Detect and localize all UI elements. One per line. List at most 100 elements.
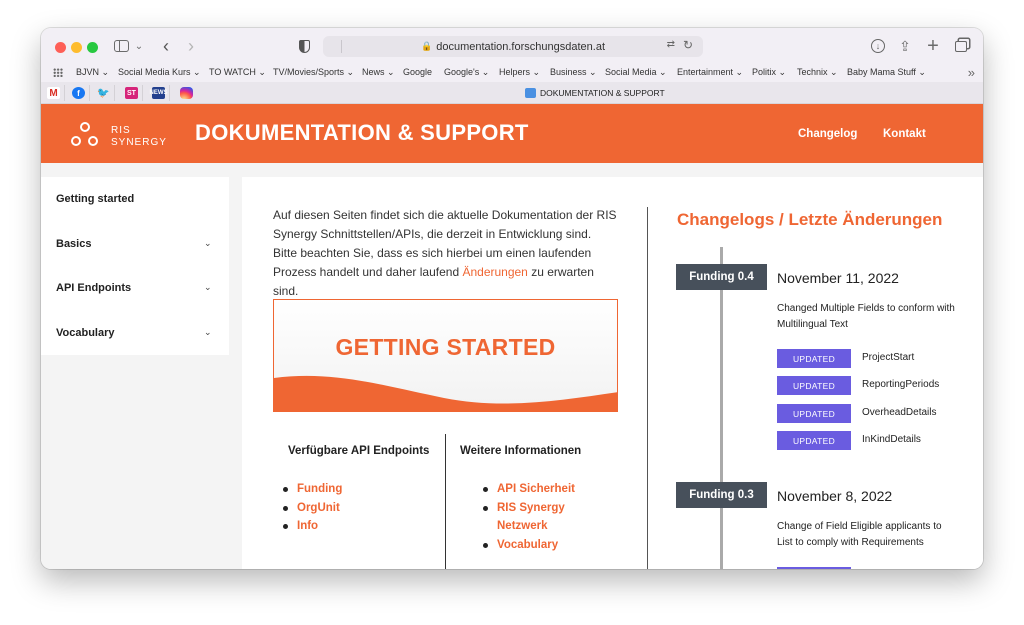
site-header: RIS SYNERGY DOKUMENTATION & SUPPORT Chan… [41, 104, 983, 163]
changelog-description: Changed Multiple Fields to conform with … [777, 303, 955, 330]
logo-text[interactable]: RIS SYNERGY [111, 125, 167, 149]
facebook-icon: f [72, 87, 85, 99]
endpoints-list: Funding OrgUnit Info [283, 480, 342, 536]
logo-line-1: RIS [111, 125, 131, 136]
close-window-button[interactable] [55, 42, 66, 53]
info-link-api-sicherheit[interactable]: API Sicherheit [483, 480, 593, 499]
bookmark-item[interactable]: TV/Movies/Sports ⌄ [273, 67, 354, 78]
zoom-window-button[interactable] [87, 42, 98, 53]
bookmark-item[interactable]: Baby Mama Stuff ⌄ [847, 67, 926, 78]
bookmark-item[interactable]: Social Media ⌄ [605, 67, 667, 78]
sidebar-item-basics[interactable]: Basics [56, 238, 91, 250]
updated-field: ProjectStart [862, 352, 915, 363]
tab-bar: M f 🐦 ST NEWS DOKUMENTATION & SUPPORT [41, 82, 983, 104]
nav-kontakt-link[interactable]: Kontakt [883, 128, 926, 140]
getting-started-banner[interactable]: GETTING STARTED [273, 299, 618, 412]
gmail-icon: M [47, 87, 60, 99]
address-bar[interactable]: 🔒 documentation.forschungsdaten.at ⇄ ↻ [323, 36, 703, 57]
updated-badge: UPDATED [777, 404, 851, 423]
back-button[interactable]: ‹ [159, 36, 173, 56]
news-icon: NEWS [150, 87, 168, 99]
info-link-ris-synergy-netzwerk[interactable]: RIS Synergy Netzwerk [483, 499, 593, 536]
tab-favicon-icon [525, 88, 536, 98]
pinned-tab-twitter[interactable]: 🐦 [93, 85, 115, 101]
updated-badge: UPDATED [777, 431, 851, 450]
lock-icon: 🔒 [421, 41, 433, 51]
sidebar-item-api-endpoints[interactable]: API Endpoints [56, 282, 131, 294]
bookmark-item[interactable]: TO WATCH ⌄ [209, 67, 266, 78]
updated-badge [777, 567, 851, 569]
bookmark-item[interactable]: Entertainment ⌄ [677, 67, 743, 78]
minimize-window-button[interactable] [71, 42, 82, 53]
web-page: RIS SYNERGY DOKUMENTATION & SUPPORT Chan… [41, 104, 983, 569]
bookmark-item[interactable]: Technix ⌄ [797, 67, 838, 78]
st-icon: ST [125, 87, 138, 99]
updated-field: ReportingPeriods [862, 379, 940, 390]
logo-line-2: SYNERGY [111, 137, 167, 148]
pinned-tab-facebook[interactable]: f [68, 85, 90, 101]
apps-grid-icon[interactable] [53, 68, 63, 77]
chevron-down-icon[interactable]: ⌄ [204, 327, 212, 338]
endpoint-link-info[interactable]: Info [283, 517, 342, 536]
info-list: API Sicherheit RIS Synergy Netzwerk Voca… [483, 480, 593, 554]
nav-changelog-link[interactable]: Changelog [798, 128, 857, 140]
intro-text: Auf diesen Seiten findet sich die aktuel… [273, 206, 618, 301]
browser-toolbar: ⌄ ‹ › 🔒 documentation.forschungsdaten.at… [41, 28, 983, 64]
sidebar-item-getting-started[interactable]: Getting started [56, 193, 134, 205]
new-tab-button[interactable]: + [925, 35, 941, 57]
bookmark-item[interactable]: Politix ⌄ [752, 67, 786, 78]
bookmark-item[interactable]: Business ⌄ [550, 67, 597, 78]
downloads-icon[interactable]: ↓ [870, 37, 886, 55]
address-text: documentation.forschungsdaten.at [436, 40, 605, 53]
sidebar-toggle-icon[interactable] [113, 37, 129, 55]
pinned-tab-st[interactable]: ST [121, 85, 143, 101]
pinned-tab-news[interactable]: NEWS [148, 85, 170, 101]
bookmark-item[interactable]: News ⌄ [362, 67, 395, 78]
endpoints-heading: Verfügbare API Endpoints [288, 445, 430, 457]
ris-synergy-logo-icon[interactable] [71, 122, 99, 148]
content-divider [647, 207, 648, 569]
column-divider [445, 434, 446, 569]
active-tab[interactable]: DOKUMENTATION & SUPPORT [525, 88, 665, 98]
changelog-timeline [720, 247, 723, 569]
bookmark-item[interactable]: Google [403, 67, 432, 77]
info-link-vocabulary[interactable]: Vocabulary [483, 536, 593, 555]
bookmark-item[interactable]: Helpers ⌄ [499, 67, 540, 78]
twitter-icon: 🐦 [97, 87, 110, 99]
main-content: Auf diesen Seiten findet sich die aktuel… [242, 177, 983, 569]
getting-started-title: GETTING STARTED [335, 334, 556, 360]
info-heading: Weitere Informationen [460, 445, 582, 457]
sidebar-item-vocabulary[interactable]: Vocabulary [56, 327, 115, 339]
chevron-down-icon[interactable]: ⌄ [204, 238, 212, 249]
bookmark-item[interactable]: Google's ⌄ [444, 67, 489, 78]
changelog-description: Change of Field Eligible applicants to L… [777, 521, 942, 548]
site-title: DOKUMENTATION & SUPPORT [195, 120, 529, 145]
changelog-date: November 11, 2022 [777, 270, 899, 286]
aenderungen-link[interactable]: Änderungen [462, 265, 527, 279]
tab-overview-icon[interactable] [953, 37, 969, 55]
share-icon[interactable]: ⇪ [897, 37, 913, 55]
version-badge: Funding 0.4 [676, 264, 767, 290]
bookmarks-bar: » BJVN ⌄ Social Media Kurs ⌄ TO WATCH ⌄ TV/… [41, 64, 983, 82]
chevron-down-icon[interactable]: ⌄ [204, 282, 212, 293]
updated-field: OverheadDetails [862, 407, 937, 418]
pinned-tab-gmail[interactable]: M [43, 85, 65, 101]
chevron-down-icon[interactable]: ⌄ [134, 37, 144, 55]
pinned-tab-instagram[interactable] [175, 85, 197, 101]
endpoint-link-orgunit[interactable]: OrgUnit [283, 499, 342, 518]
changelog-title: Changelogs / Letzte Änderungen [677, 210, 943, 229]
sidebar: Getting started Basics ⌄ API Endpoints ⌄… [41, 177, 229, 355]
active-tab-title: DOKUMENTATION & SUPPORT [540, 88, 665, 98]
privacy-shield-icon[interactable] [297, 37, 311, 55]
browser-window: ⌄ ‹ › 🔒 documentation.forschungsdaten.at… [41, 28, 983, 569]
instagram-icon [179, 87, 193, 99]
bookmark-item[interactable]: BJVN ⌄ [76, 67, 109, 78]
forward-button[interactable]: › [184, 36, 198, 56]
endpoint-link-funding[interactable]: Funding [283, 480, 342, 499]
updated-badge: UPDATED [777, 349, 851, 368]
bookmark-item[interactable]: Social Media Kurs ⌄ [118, 67, 201, 78]
version-badge: Funding 0.3 [676, 482, 767, 508]
more-bookmarks-icon[interactable]: » [968, 65, 975, 80]
reload-icon[interactable]: ↻ [683, 38, 693, 52]
translate-icon[interactable]: ⇄ [667, 39, 675, 50]
